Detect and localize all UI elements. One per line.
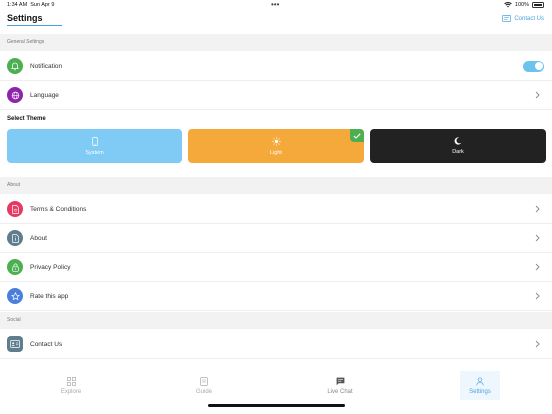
- notification-toggle[interactable]: [523, 60, 544, 72]
- tab-settings[interactable]: Settings: [460, 371, 500, 400]
- chevron-right-icon: [533, 262, 541, 272]
- phone-icon: [91, 136, 98, 146]
- tab-explore-label: Explore: [60, 388, 82, 395]
- theme-light-card[interactable]: Light: [188, 129, 364, 163]
- status-bar: 1:34 AM Sun Apr 9 ••• 100%: [0, 0, 552, 11]
- contact-row[interactable]: Contact Us: [0, 330, 552, 359]
- moon-icon: [454, 137, 462, 145]
- tab-guide[interactable]: Guide: [184, 371, 224, 400]
- language-label: Language: [30, 91, 59, 99]
- contact-card-icon: [7, 336, 23, 352]
- grid-icon: [66, 376, 76, 386]
- tab-settings-label: Settings: [469, 388, 491, 395]
- sun-icon: [271, 136, 281, 146]
- chat-bubble-icon: [336, 377, 344, 385]
- wifi-icon: [504, 2, 512, 8]
- contact-us-button[interactable]: Contact Us: [502, 15, 544, 22]
- star-icon: [7, 288, 23, 304]
- about-label: About: [30, 234, 47, 242]
- battery-percent: 100%: [514, 2, 529, 8]
- theme-dark-card[interactable]: Dark: [370, 129, 546, 163]
- theme-system-label: System: [85, 149, 104, 156]
- notification-row: Notification: [0, 52, 552, 81]
- privacy-label: Privacy Policy: [30, 263, 71, 271]
- info-document-icon: [7, 230, 23, 246]
- globe-icon: [7, 87, 23, 103]
- title-underline: [7, 25, 62, 26]
- language-row[interactable]: Language: [0, 81, 552, 110]
- theme-dark-label: Dark: [452, 149, 464, 155]
- chevron-right-icon: [533, 90, 541, 100]
- contact-label: Contact Us: [30, 340, 63, 348]
- theme-system-card[interactable]: System: [7, 129, 182, 163]
- guide-book-icon: [200, 376, 208, 386]
- bell-icon: [7, 58, 23, 74]
- chevron-right-icon: [533, 339, 541, 349]
- document-icon: [7, 201, 23, 217]
- page-title: Settings: [7, 13, 43, 23]
- status-time: 1:34 AM Sun Apr 9: [7, 2, 55, 8]
- settings-header: Settings Contact Us: [0, 11, 552, 33]
- tab-explore[interactable]: Explore: [51, 371, 91, 400]
- terms-label: Terms & Conditions: [30, 205, 87, 213]
- select-theme-title: Select Theme: [7, 116, 46, 122]
- contact-card-icon: [502, 15, 512, 22]
- terms-row[interactable]: Terms & Conditions: [0, 195, 552, 224]
- chevron-right-icon: [533, 291, 541, 301]
- battery-icon: [532, 2, 544, 8]
- section-about: About: [0, 177, 552, 194]
- chevron-right-icon: [533, 233, 541, 243]
- theme-light-label: Light: [270, 149, 282, 156]
- rate-label: Rate this app: [30, 292, 69, 300]
- lock-icon: [7, 259, 23, 275]
- section-general-settings: General Settings: [0, 34, 552, 51]
- tab-guide-label: Guide: [195, 388, 212, 395]
- rate-row[interactable]: Rate this app: [0, 282, 552, 311]
- bottom-tab-bar: Explore Guide Live Chat Settings: [0, 369, 552, 414]
- home-indicator: [208, 404, 345, 407]
- contact-us-label: Contact Us: [514, 15, 544, 22]
- tab-live-chat[interactable]: Live Chat: [320, 371, 360, 400]
- chevron-right-icon: [533, 204, 541, 214]
- selected-check-icon: [350, 129, 364, 142]
- privacy-row[interactable]: Privacy Policy: [0, 253, 552, 282]
- section-social: Social: [0, 312, 552, 329]
- person-icon: [476, 376, 484, 385]
- notification-label: Notification: [30, 62, 63, 70]
- tab-live-chat-label: Live Chat: [327, 388, 353, 395]
- multitask-dots-icon[interactable]: •••: [271, 0, 279, 9]
- about-row[interactable]: About: [0, 224, 552, 253]
